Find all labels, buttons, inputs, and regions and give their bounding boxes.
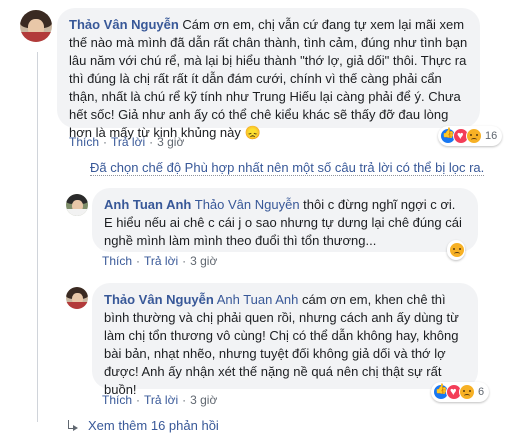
comment-bubble: Thảo Vân Nguyễn Cám ơn em, chị vẫn cứ đa… [57, 8, 480, 140]
timestamp[interactable]: 3 giờ [190, 393, 217, 407]
thread-line [37, 52, 38, 422]
reaction-count: 6 [478, 386, 485, 398]
like-link[interactable]: Thích [102, 393, 132, 407]
sad-reaction-icon [459, 384, 475, 400]
like-link[interactable]: Thích [69, 135, 99, 149]
reply-text: cám ơn em, khen chê thì bình thường và c… [104, 292, 459, 397]
comment-author[interactable]: Thảo Vân Nguyễn [69, 17, 179, 32]
avatar-anh-tuan-anh[interactable] [66, 194, 88, 216]
sad-emoji: 😞 [244, 125, 261, 140]
reply-bubble: Anh Tuan Anh Thảo Vân Nguyễn thôi c đừng… [92, 188, 478, 252]
reply-bubble: Thảo Vân Nguyễn Anh Tuan Anh cám ơn em, … [92, 283, 478, 397]
timestamp[interactable]: 3 giờ [157, 135, 184, 149]
sad-reaction-icon [449, 242, 465, 258]
mention-link[interactable]: Anh Tuan Anh [217, 292, 299, 307]
sad-reaction-icon [466, 128, 482, 144]
reaction-count: 16 [485, 130, 498, 142]
timestamp[interactable]: 3 giờ [190, 254, 217, 268]
reaction-summary[interactable] [447, 240, 465, 260]
comment-text: Cám ơn em, chị vẫn cứ đang tự xem lại mã… [69, 17, 468, 140]
reply-link[interactable]: Trả lời [144, 393, 178, 407]
reply-author[interactable]: Thảo Vân Nguyễn [104, 292, 214, 307]
avatar-thao-van-nguyen[interactable] [20, 10, 52, 42]
reply-link[interactable]: Trả lời [144, 254, 178, 268]
mention-link[interactable]: Thảo Vân Nguyễn [195, 197, 300, 212]
reaction-summary[interactable]: 6 [431, 382, 490, 402]
reply-author[interactable]: Anh Tuan Anh [104, 197, 191, 212]
avatar-thao-van-nguyen[interactable] [66, 287, 88, 309]
reaction-summary[interactable]: 16 [438, 126, 503, 146]
see-more-replies[interactable]: Xem thêm 16 phản hồi [66, 418, 219, 433]
like-link[interactable]: Thích [102, 254, 132, 268]
reply-link[interactable]: Trả lời [111, 135, 145, 149]
reply-meta: Thích · Trả lời · 3 giờ [102, 393, 218, 407]
comment-meta: Thích · Trả lời · 3 giờ [69, 135, 185, 149]
see-more-label[interactable]: Xem thêm 16 phản hồi [88, 418, 219, 433]
reply-arrow-icon [66, 419, 80, 433]
filter-notice[interactable]: Đã chọn chế độ Phù hợp nhất nên một số c… [90, 160, 485, 176]
reply-meta: Thích · Trả lời · 3 giờ [102, 254, 218, 268]
